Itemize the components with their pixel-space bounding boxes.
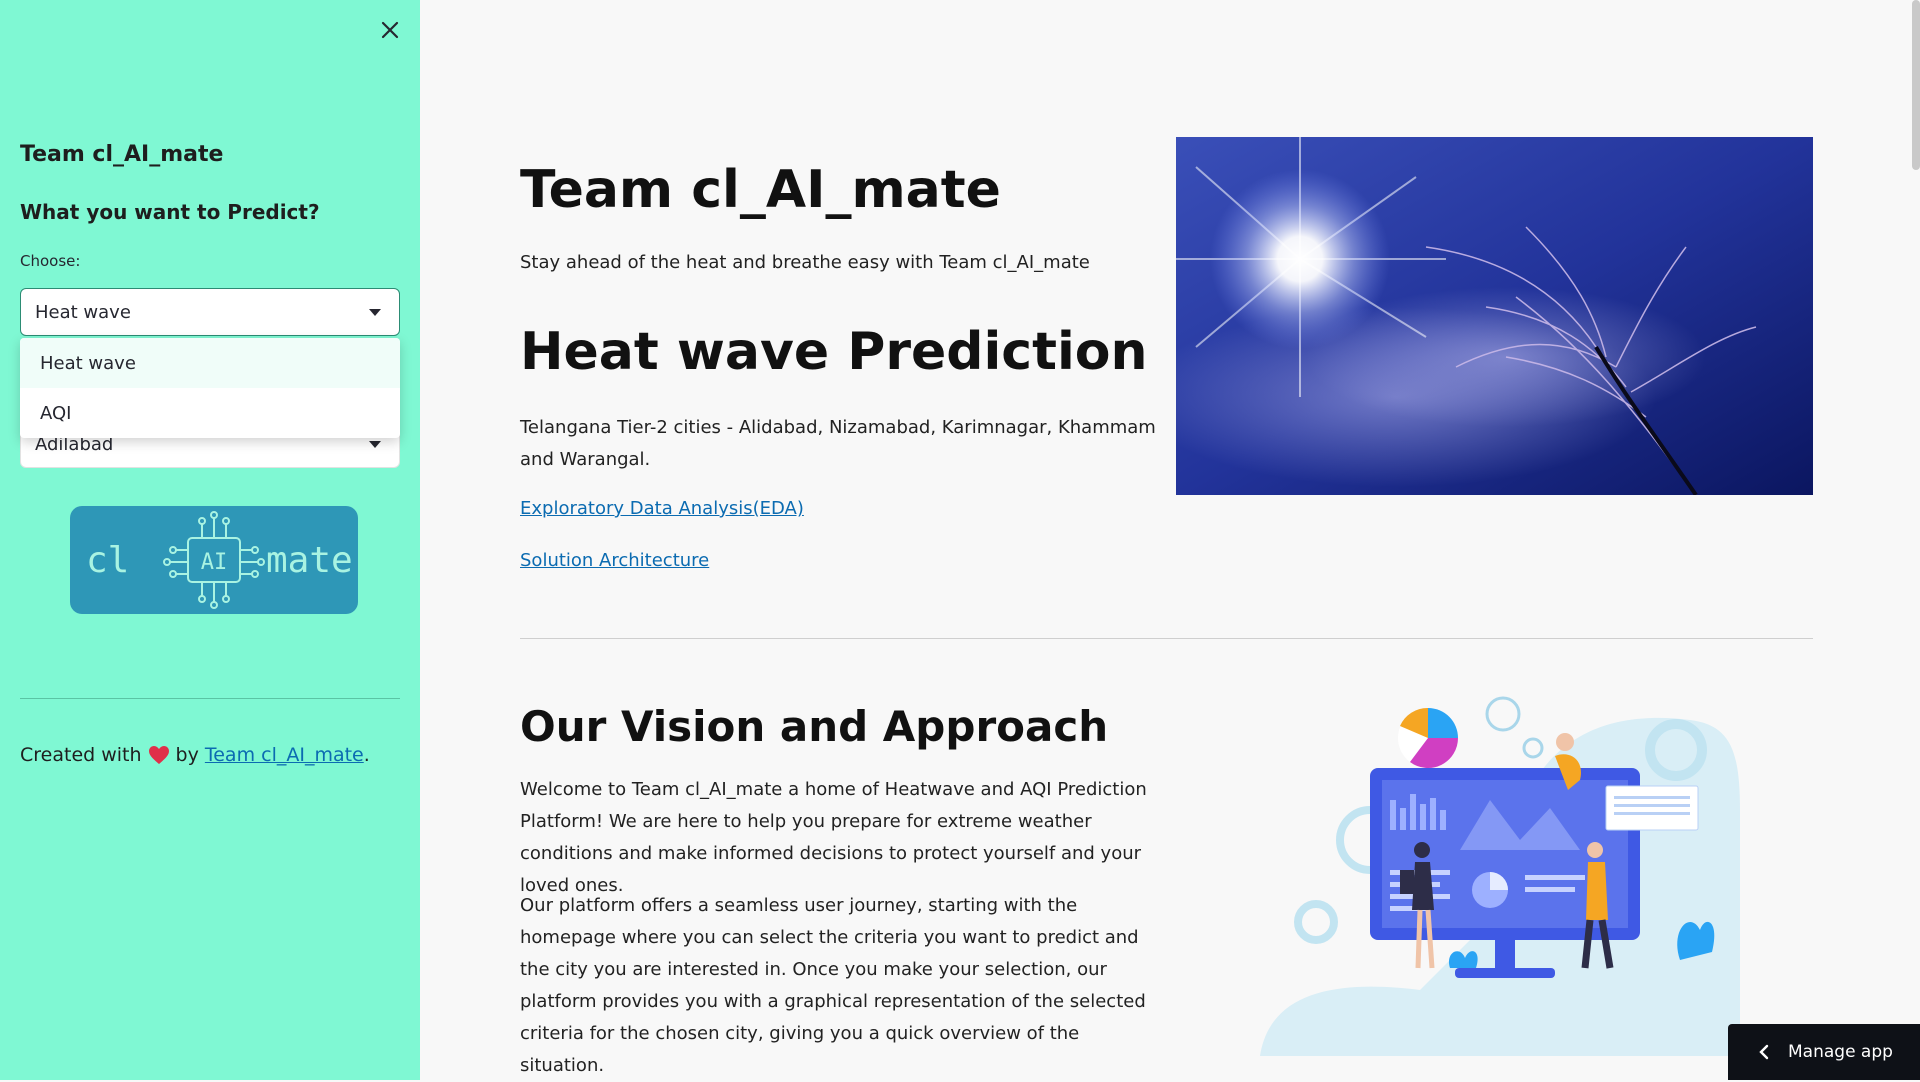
dropdown-option-heat-wave[interactable]: Heat wave: [20, 338, 400, 388]
manage-app-label: Manage app: [1788, 1042, 1893, 1062]
logo-text-left: cl: [86, 540, 129, 581]
content-divider: [520, 638, 1813, 639]
dropdown-option-aqi[interactable]: AQI: [20, 388, 400, 438]
chevron-down-icon: [369, 441, 381, 448]
vision-heading: Our Vision and Approach: [520, 702, 1109, 751]
prediction-heading: Heat wave Prediction: [520, 322, 1148, 382]
climate-logo: cl AI mate: [70, 506, 358, 614]
predict-select[interactable]: Heat wave: [20, 288, 400, 336]
sidebar: Team cl_AI_mate What you want to Predict…: [0, 0, 420, 1080]
manage-app-button[interactable]: Manage app: [1728, 1024, 1920, 1080]
sidebar-divider: [20, 698, 400, 699]
footer-by: by: [175, 744, 199, 766]
close-sidebar-button[interactable]: [376, 16, 404, 44]
page-tagline: Stay ahead of the heat and breathe easy …: [520, 252, 1090, 273]
chevron-left-icon: [1759, 1044, 1769, 1060]
analytics-illustration: [1250, 690, 1740, 1056]
close-icon: [381, 21, 399, 39]
choose-label: Choose:: [20, 252, 81, 270]
sidebar-subtitle: What you want to Predict?: [20, 200, 320, 224]
sun-sky-image: [1176, 137, 1813, 495]
chip-logo-icon: cl AI mate: [86, 511, 353, 609]
predict-select-value: Heat wave: [35, 301, 131, 323]
footer-team-link[interactable]: Team cl_AI_mate: [205, 744, 364, 766]
logo-text-center: AI: [201, 550, 228, 575]
page-scrollbar[interactable]: [1912, 0, 1920, 170]
architecture-link[interactable]: Solution Architecture: [520, 550, 709, 571]
footer-suffix: .: [363, 744, 370, 766]
cities-text: Telangana Tier-2 cities - Alidabad, Niza…: [520, 417, 1156, 470]
footer-prefix: Created with: [20, 744, 142, 766]
vision-paragraph-1: Welcome to Team cl_AI_mate a home of Hea…: [520, 779, 1147, 896]
predict-dropdown-menu: Heat wave AQI: [20, 338, 400, 438]
sidebar-title: Team cl_AI_mate: [20, 142, 224, 167]
heart-icon: [148, 746, 169, 764]
vision-paragraph-2: Our platform offers a seamless user jour…: [520, 895, 1146, 1076]
eda-link[interactable]: Exploratory Data Analysis(EDA): [520, 498, 804, 519]
page-title: Team cl_AI_mate: [520, 160, 1001, 220]
chevron-down-icon: [369, 309, 381, 316]
logo-text-right: mate: [266, 540, 353, 581]
sidebar-footer: Created with by Team cl_AI_mate.: [20, 744, 370, 766]
